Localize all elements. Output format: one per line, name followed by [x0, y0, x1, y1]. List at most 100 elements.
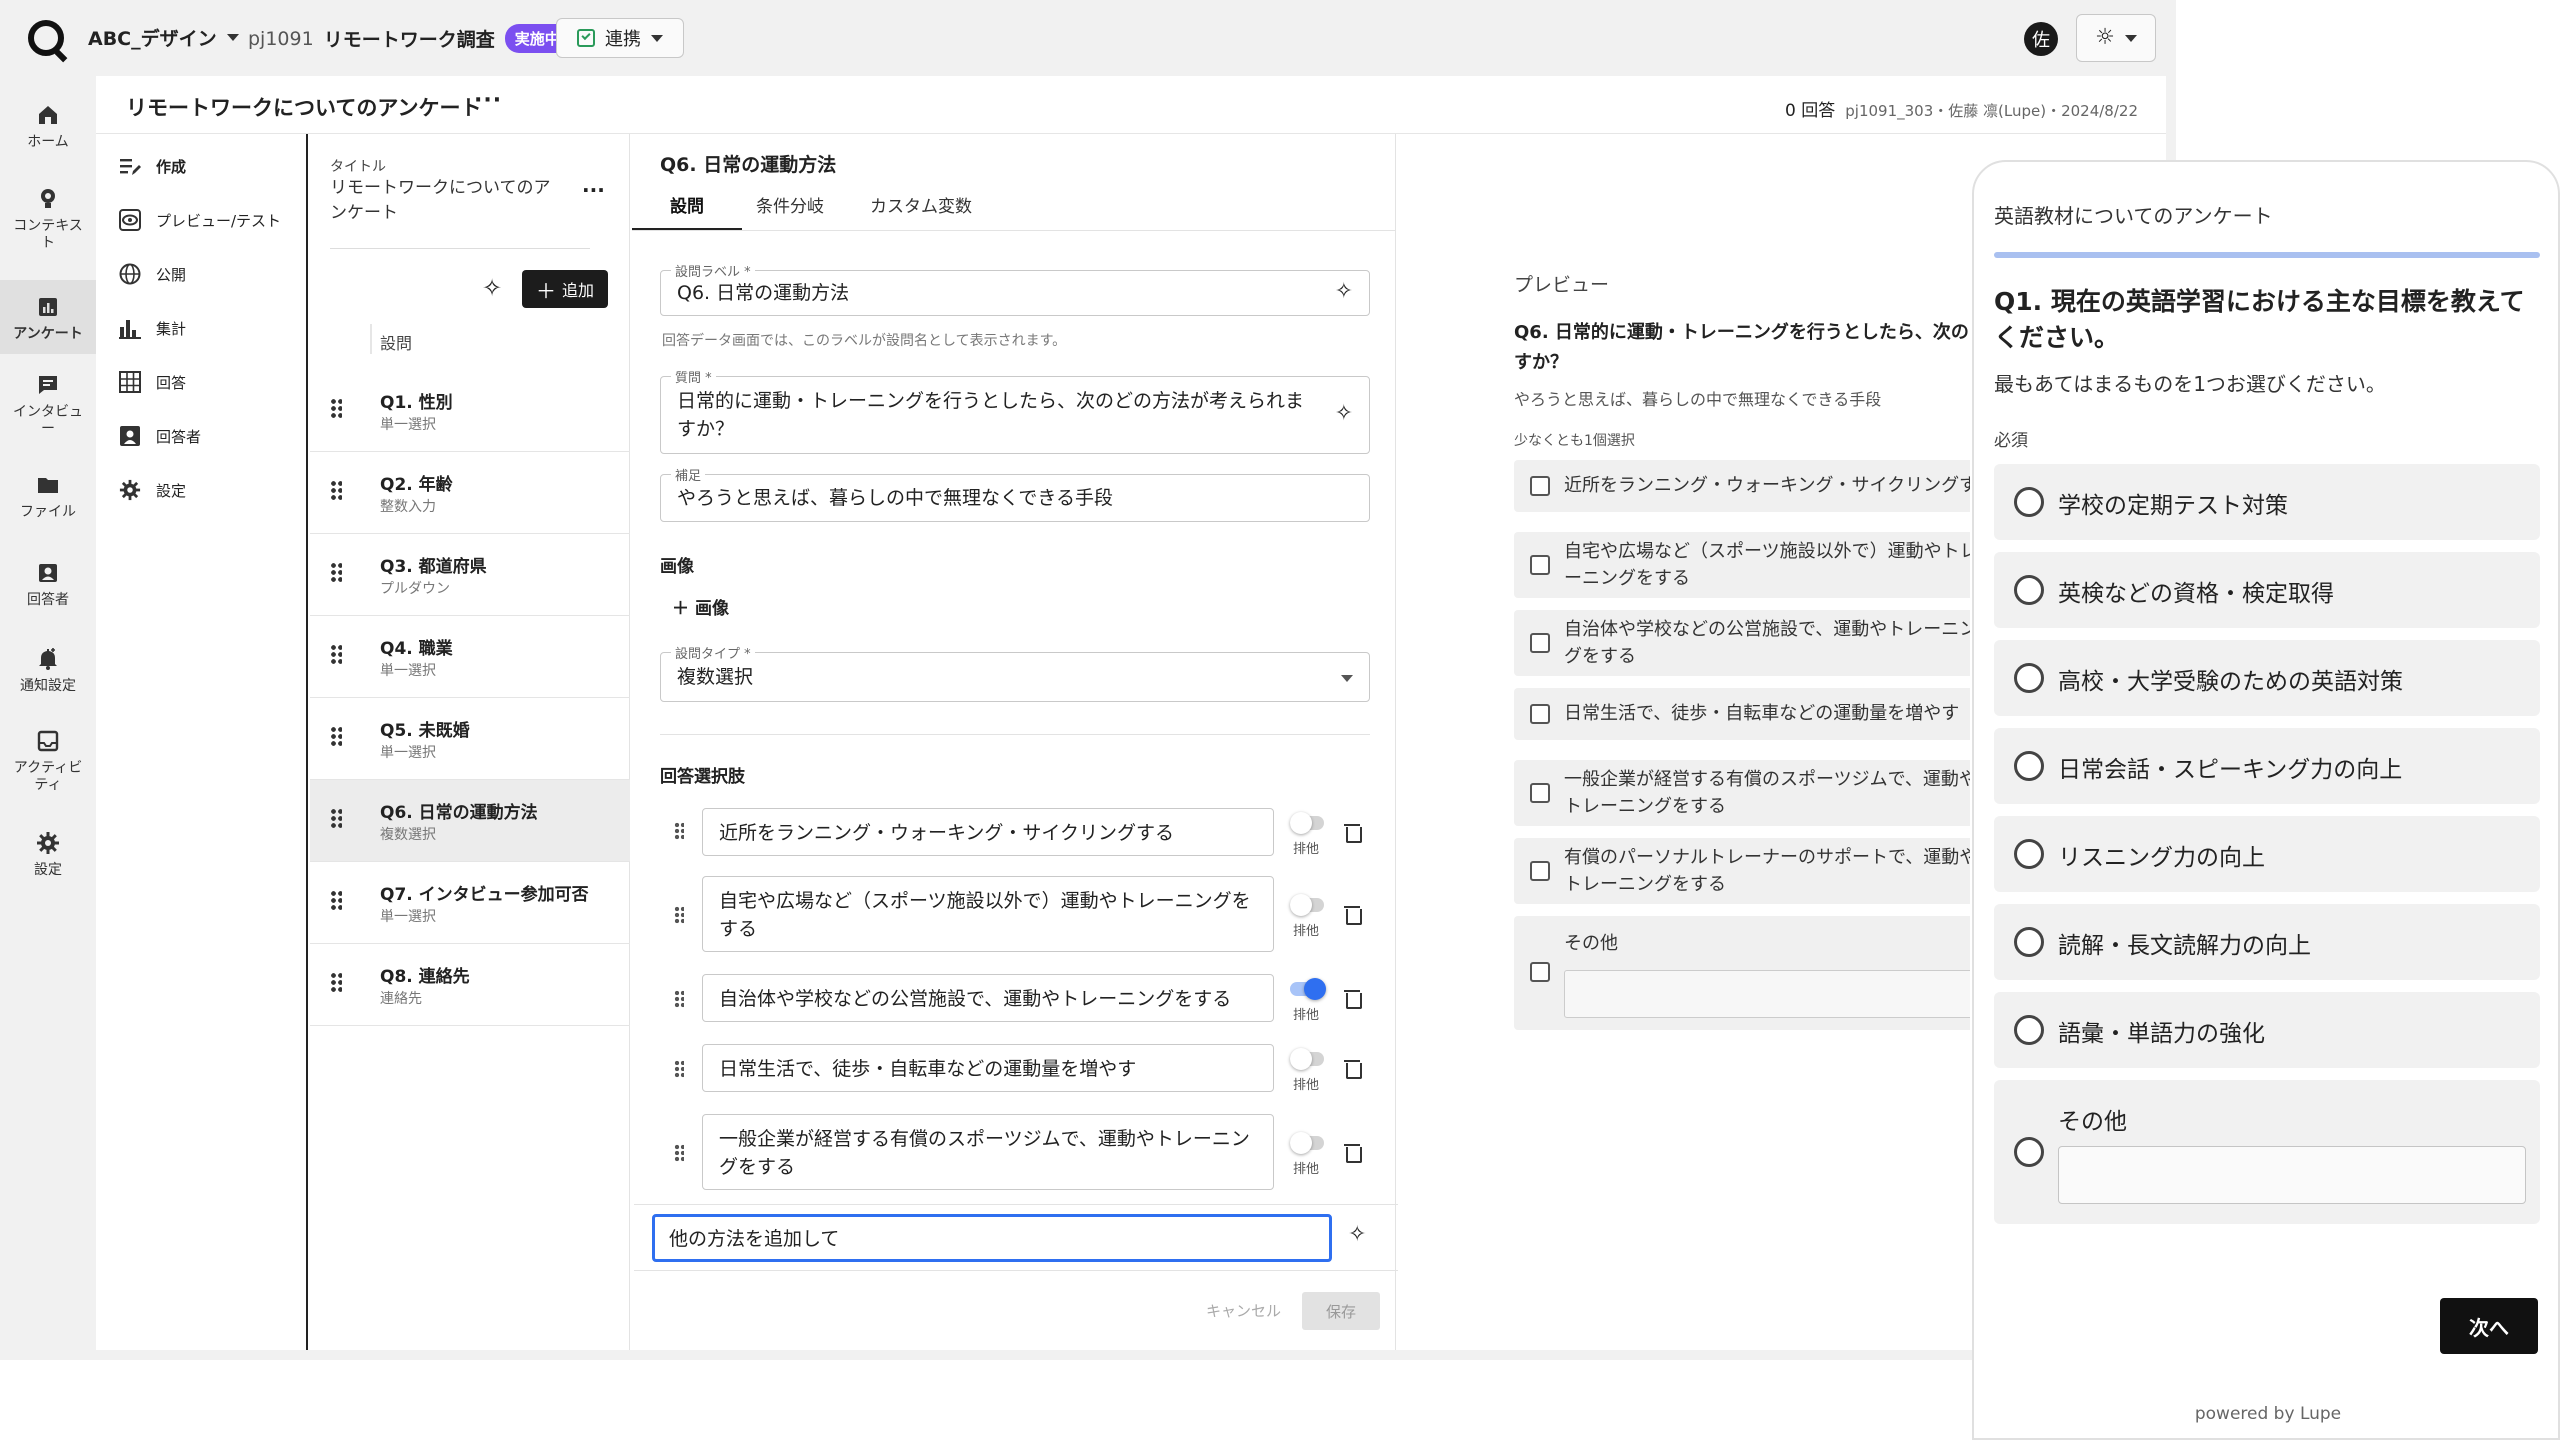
preview-option[interactable]: 有償のパーソナルトレーナーのサポートで、運動やトレーニングをする	[1514, 838, 1970, 904]
more-options-icon[interactable]: ···	[582, 178, 605, 202]
survey-title-value[interactable]: リモートワークについてのアンケート	[330, 176, 560, 226]
tab-question[interactable]: 設問	[670, 192, 704, 217]
cancel-button[interactable]: キャンセル	[1206, 1300, 1281, 1321]
checkbox[interactable]	[1530, 861, 1550, 881]
menu-item-aggregate[interactable]: 集計	[118, 316, 186, 340]
drag-handle-icon[interactable]	[674, 906, 684, 924]
ai-prompt-input[interactable]: 他の方法を追加して	[652, 1214, 1332, 1262]
question-item-q2[interactable]: Q2. 年齢 整数入力	[310, 452, 630, 534]
menu-item-respondents[interactable]: 回答者	[118, 424, 201, 448]
question-item-q8[interactable]: Q8. 連絡先 連絡先	[310, 944, 630, 1026]
option-input[interactable]: 日常生活で、徒歩・自転車などの運動量を増やす	[702, 1044, 1274, 1092]
mobile-option[interactable]: 学校の定期テスト対策	[1994, 464, 2540, 540]
radio-button[interactable]	[2014, 839, 2044, 869]
drag-handle-icon[interactable]	[330, 562, 342, 584]
option-input[interactable]: 近所をランニング・ウォーキング・サイクリングする	[702, 808, 1274, 856]
question-item-q7[interactable]: Q7. インタビュー参加可否 単一選択	[310, 862, 630, 944]
ai-sparkle-icon[interactable]: ✧	[1348, 1222, 1366, 1247]
tab-branching[interactable]: 条件分岐	[756, 192, 824, 217]
question-item-q5[interactable]: Q5. 未既婚 単一選択	[310, 698, 630, 780]
drag-handle-icon[interactable]	[330, 890, 342, 912]
question-item-q3[interactable]: Q3. 都道府県 プルダウン	[310, 534, 630, 616]
checkbox[interactable]	[1530, 476, 1550, 496]
preview-option-other[interactable]: その他	[1514, 916, 1970, 1030]
mobile-option[interactable]: 英検などの資格・検定取得	[1994, 552, 2540, 628]
exclusive-toggle[interactable]	[1290, 978, 1326, 1000]
preview-option[interactable]: 自治体や学校などの公営施設で、運動やトレーニングをする	[1514, 610, 1970, 676]
org-switcher[interactable]: ABC_デザイン	[88, 24, 239, 51]
drag-handle-icon[interactable]	[330, 726, 342, 748]
exclusive-toggle[interactable]	[1290, 894, 1324, 916]
ai-sparkle-icon[interactable]: ✧	[1335, 401, 1353, 426]
radio-button[interactable]	[2014, 575, 2044, 605]
preview-option[interactable]: 日常生活で、徒歩・自転車などの運動量を増やす	[1514, 688, 1970, 740]
preview-other-input[interactable]	[1564, 970, 1970, 1018]
mobile-option[interactable]: リスニング力の向上	[1994, 816, 2540, 892]
checkbox[interactable]	[1530, 783, 1550, 803]
drag-handle-icon[interactable]	[330, 808, 342, 830]
trash-icon[interactable]	[1344, 1058, 1362, 1079]
checkbox[interactable]	[1530, 962, 1550, 982]
drag-handle-icon[interactable]	[330, 480, 342, 502]
mobile-option[interactable]: 読解・長文読解力の向上	[1994, 904, 2540, 980]
mobile-other-input[interactable]	[2058, 1146, 2526, 1204]
save-button[interactable]: 保存	[1302, 1292, 1380, 1330]
ai-sparkle-icon[interactable]: ✧	[1335, 279, 1353, 304]
checkbox[interactable]	[1530, 633, 1550, 653]
drag-handle-icon[interactable]	[674, 1144, 684, 1162]
exclusive-toggle[interactable]	[1290, 1048, 1324, 1070]
question-text-input[interactable]: 質問 * 日常的に運動・トレーニングを行うとしたら、次のどの方法が考えられますか…	[660, 367, 1370, 454]
drag-handle-icon[interactable]	[330, 644, 342, 666]
radio-button[interactable]	[2014, 927, 2044, 957]
question-item-q6[interactable]: Q6. 日常の運動方法 複数選択	[310, 780, 630, 862]
question-label-input[interactable]: 設問ラベル * Q6. 日常の運動方法 ✧	[660, 261, 1370, 316]
mobile-option[interactable]: 高校・大学受験のための英語対策	[1994, 640, 2540, 716]
question-type-select[interactable]: 設問タイプ * 複数選択	[660, 643, 1370, 702]
radio-button[interactable]	[2014, 1015, 2044, 1045]
radio-button[interactable]	[2014, 487, 2044, 517]
sidebar-item-home[interactable]: ホーム	[0, 102, 96, 172]
menu-item-settings[interactable]: 設定	[118, 478, 186, 502]
menu-item-preview[interactable]: プレビュー/テスト	[118, 208, 281, 232]
drag-handle-icon[interactable]	[330, 972, 342, 994]
sidebar-item-survey[interactable]: アンケート	[0, 280, 96, 354]
sidebar-item-notifications[interactable]: 通知設定	[0, 646, 96, 716]
sidebar-item-files[interactable]: ファイル	[0, 472, 96, 542]
radio-button[interactable]	[2014, 751, 2044, 781]
add-image-button[interactable]: ＋ 画像	[672, 594, 729, 619]
trash-icon[interactable]	[1344, 904, 1362, 925]
sidebar-item-respondents[interactable]: 回答者	[0, 560, 96, 630]
checkbox[interactable]	[1530, 704, 1550, 724]
trash-icon[interactable]	[1344, 1142, 1362, 1163]
option-input[interactable]: 自治体や学校などの公営施設で、運動やトレーニングをする	[702, 974, 1274, 1022]
preview-option[interactable]: 自宅や広場など（スポーツ施設以外で）運動やトレーニングをする	[1514, 532, 1970, 598]
menu-item-create[interactable]: 作成	[118, 154, 186, 178]
trash-icon[interactable]	[1344, 822, 1362, 843]
avatar[interactable]: 佐	[2024, 22, 2058, 56]
tab-custom-variables[interactable]: カスタム変数	[870, 192, 972, 217]
ai-sparkle-icon[interactable]: ✧	[482, 274, 502, 302]
drag-handle-icon[interactable]	[330, 398, 342, 420]
menu-item-publish[interactable]: 公開	[118, 262, 186, 286]
drag-handle-icon[interactable]	[674, 822, 684, 840]
mobile-option[interactable]: 語彙・単語力の強化	[1994, 992, 2540, 1068]
preview-option[interactable]: 近所をランニング・ウォーキング・サイクリングする	[1514, 460, 1970, 512]
app-logo-icon[interactable]	[28, 20, 64, 56]
exclusive-toggle[interactable]	[1290, 812, 1324, 834]
next-button[interactable]: 次へ	[2440, 1298, 2538, 1354]
sidebar-item-settings[interactable]: 設定	[0, 830, 96, 900]
preview-option[interactable]: 一般企業が経営する有償のスポーツジムで、運動やトレーニングをする	[1514, 760, 1970, 826]
sidebar-item-context[interactable]: コンテキスト	[0, 186, 96, 266]
trash-icon[interactable]	[1344, 988, 1362, 1009]
mobile-option[interactable]: 日常会話・スピーキング力の向上	[1994, 728, 2540, 804]
more-options-icon[interactable]: ···	[474, 88, 502, 113]
note-input[interactable]: 補足 やろうと思えば、暮らしの中で無理なくできる手段	[660, 465, 1370, 522]
option-input[interactable]: 自宅や広場など（スポーツ施設以外で）運動やトレーニングをする	[702, 876, 1274, 952]
radio-button[interactable]	[2014, 663, 2044, 693]
mobile-option-other[interactable]: その他	[1994, 1080, 2540, 1224]
sidebar-item-activity[interactable]: アクティビティ	[0, 728, 96, 812]
add-question-button[interactable]: ＋ 追加	[522, 270, 608, 308]
theme-toggle-button[interactable]: ☼	[2076, 14, 2156, 62]
checkbox[interactable]	[1530, 555, 1550, 575]
integration-button[interactable]: 連携	[556, 18, 684, 58]
